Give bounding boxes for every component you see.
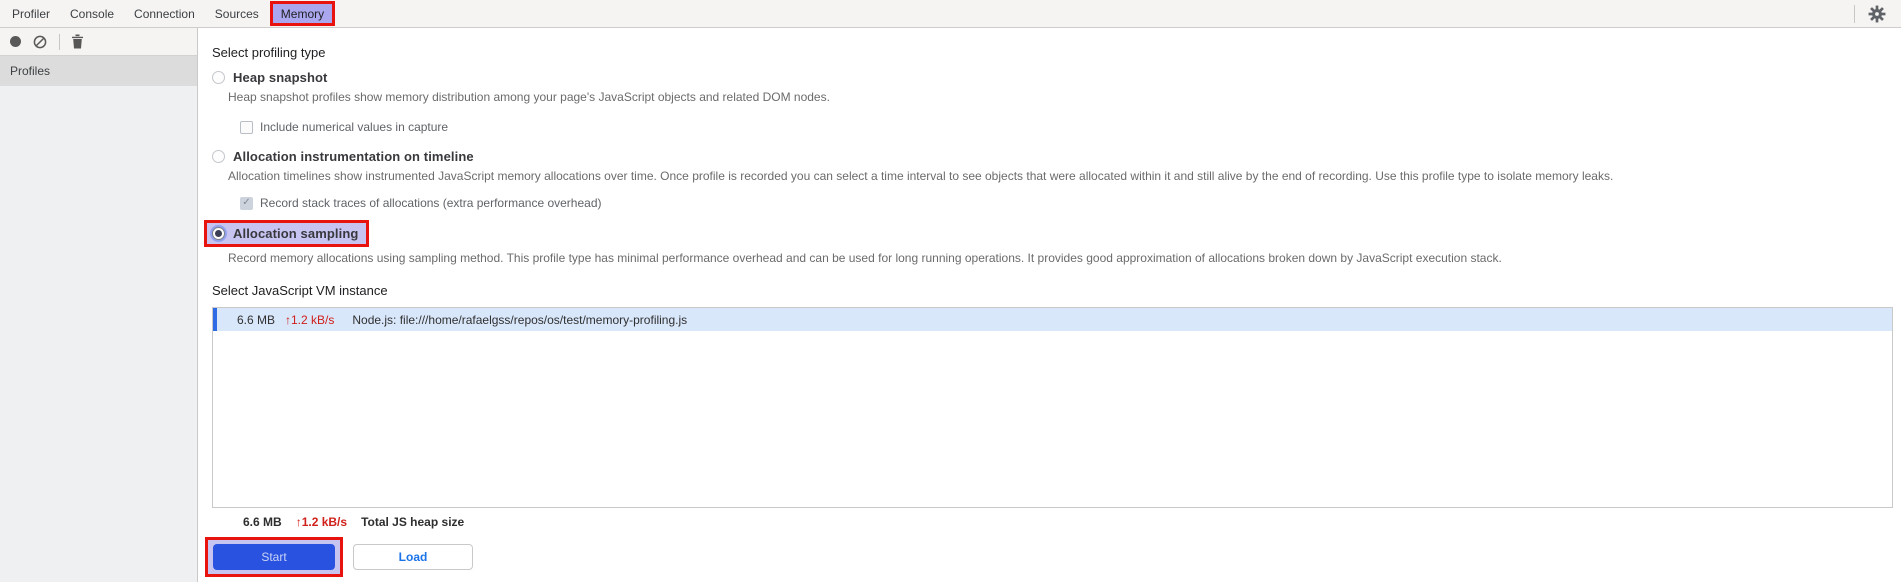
include-numerical-values-checkbox[interactable] [240, 120, 253, 134]
record-stack-traces-checkbox[interactable]: ✓ [240, 196, 253, 210]
include-numerical-values-row: Include numerical values in capture [240, 120, 1901, 134]
option-allocation-sampling: Allocation sampling [212, 226, 358, 241]
settings-gear-icon[interactable] [1867, 4, 1887, 24]
allocation-timeline-description: Allocation timelines show instrumented J… [228, 169, 1614, 183]
total-allocation-rate: ↑1.2 kB/s [295, 515, 348, 529]
tab-profiler[interactable]: Profiler [2, 0, 60, 27]
allocation-sampling-description: Record memory allocations using sampling… [228, 251, 1502, 265]
option-allocation-timeline: Allocation instrumentation on timeline [212, 149, 1901, 164]
total-heap-size-value: 6.6 MB [243, 515, 282, 529]
vm-allocation-rate: ↑1.2 kB/s [285, 312, 335, 327]
vm-heap-size: 6.6 MB [236, 312, 275, 327]
vm-instance-row[interactable]: 6.6 MB ↑1.2 kB/s Node.js: file:///home/r… [213, 308, 1892, 331]
profiling-type-heading: Select profiling type [212, 45, 326, 60]
toolbar-divider [59, 33, 60, 50]
load-button[interactable]: Load [353, 544, 473, 570]
allocation-sampling-annotation-box: Allocation sampling [204, 220, 370, 247]
allocation-timeline-radio[interactable] [212, 150, 225, 163]
vm-instance-title: Node.js: file:///home/rafaelgss/repos/os… [352, 312, 688, 327]
toolbar-divider [1854, 4, 1855, 23]
tab-console[interactable]: Console [60, 0, 124, 27]
heap-snapshot-label: Heap snapshot [233, 70, 328, 85]
tab-sources[interactable]: Sources [205, 0, 269, 27]
record-stack-traces-label: Record stack traces of allocations (extr… [260, 196, 602, 210]
tab-connection[interactable]: Connection [124, 0, 205, 27]
start-button-annotation-box: Start [205, 537, 343, 577]
devtools-tab-bar: Profiler Console Connection Sources Memo… [0, 0, 1901, 28]
vm-instance-list: 6.6 MB ↑1.2 kB/s Node.js: file:///home/r… [212, 307, 1893, 508]
include-numerical-values-label: Include numerical values in capture [260, 120, 449, 134]
allocation-timeline-label: Allocation instrumentation on timeline [233, 149, 474, 164]
clear-profiles-icon[interactable] [32, 34, 48, 50]
allocation-sampling-label: Allocation sampling [233, 226, 359, 241]
option-heap-snapshot: Heap snapshot [212, 70, 1901, 85]
total-heap-size-label: Total JS heap size [361, 515, 465, 529]
sidebar-item-profiles[interactable]: Profiles [0, 56, 197, 86]
heap-snapshot-description: Heap snapshot profiles show memory distr… [228, 90, 830, 104]
delete-profile-trash-icon[interactable] [69, 34, 85, 50]
total-heap-stats: 6.6 MB ↑1.2 kB/s Total JS heap size [243, 515, 1901, 529]
start-button[interactable]: Start [213, 544, 335, 570]
memory-panel: Select profiling type Heap snapshot Heap… [198, 28, 1901, 582]
record-stack-traces-row: ✓ Record stack traces of allocations (ex… [240, 196, 1901, 210]
allocation-sampling-radio[interactable] [212, 227, 225, 240]
tabbar-right-controls [1842, 4, 1901, 24]
profiles-label: Profiles [10, 64, 51, 78]
profiles-toolbar [0, 28, 197, 56]
tab-memory[interactable]: Memory [269, 1, 336, 26]
record-profile-icon[interactable] [7, 34, 23, 50]
profiles-sidebar: Profiles [0, 28, 198, 582]
heap-snapshot-radio[interactable] [212, 71, 225, 84]
vm-instance-heading: Select JavaScript VM instance [212, 283, 388, 298]
action-buttons-row: Start Load [205, 537, 1901, 577]
